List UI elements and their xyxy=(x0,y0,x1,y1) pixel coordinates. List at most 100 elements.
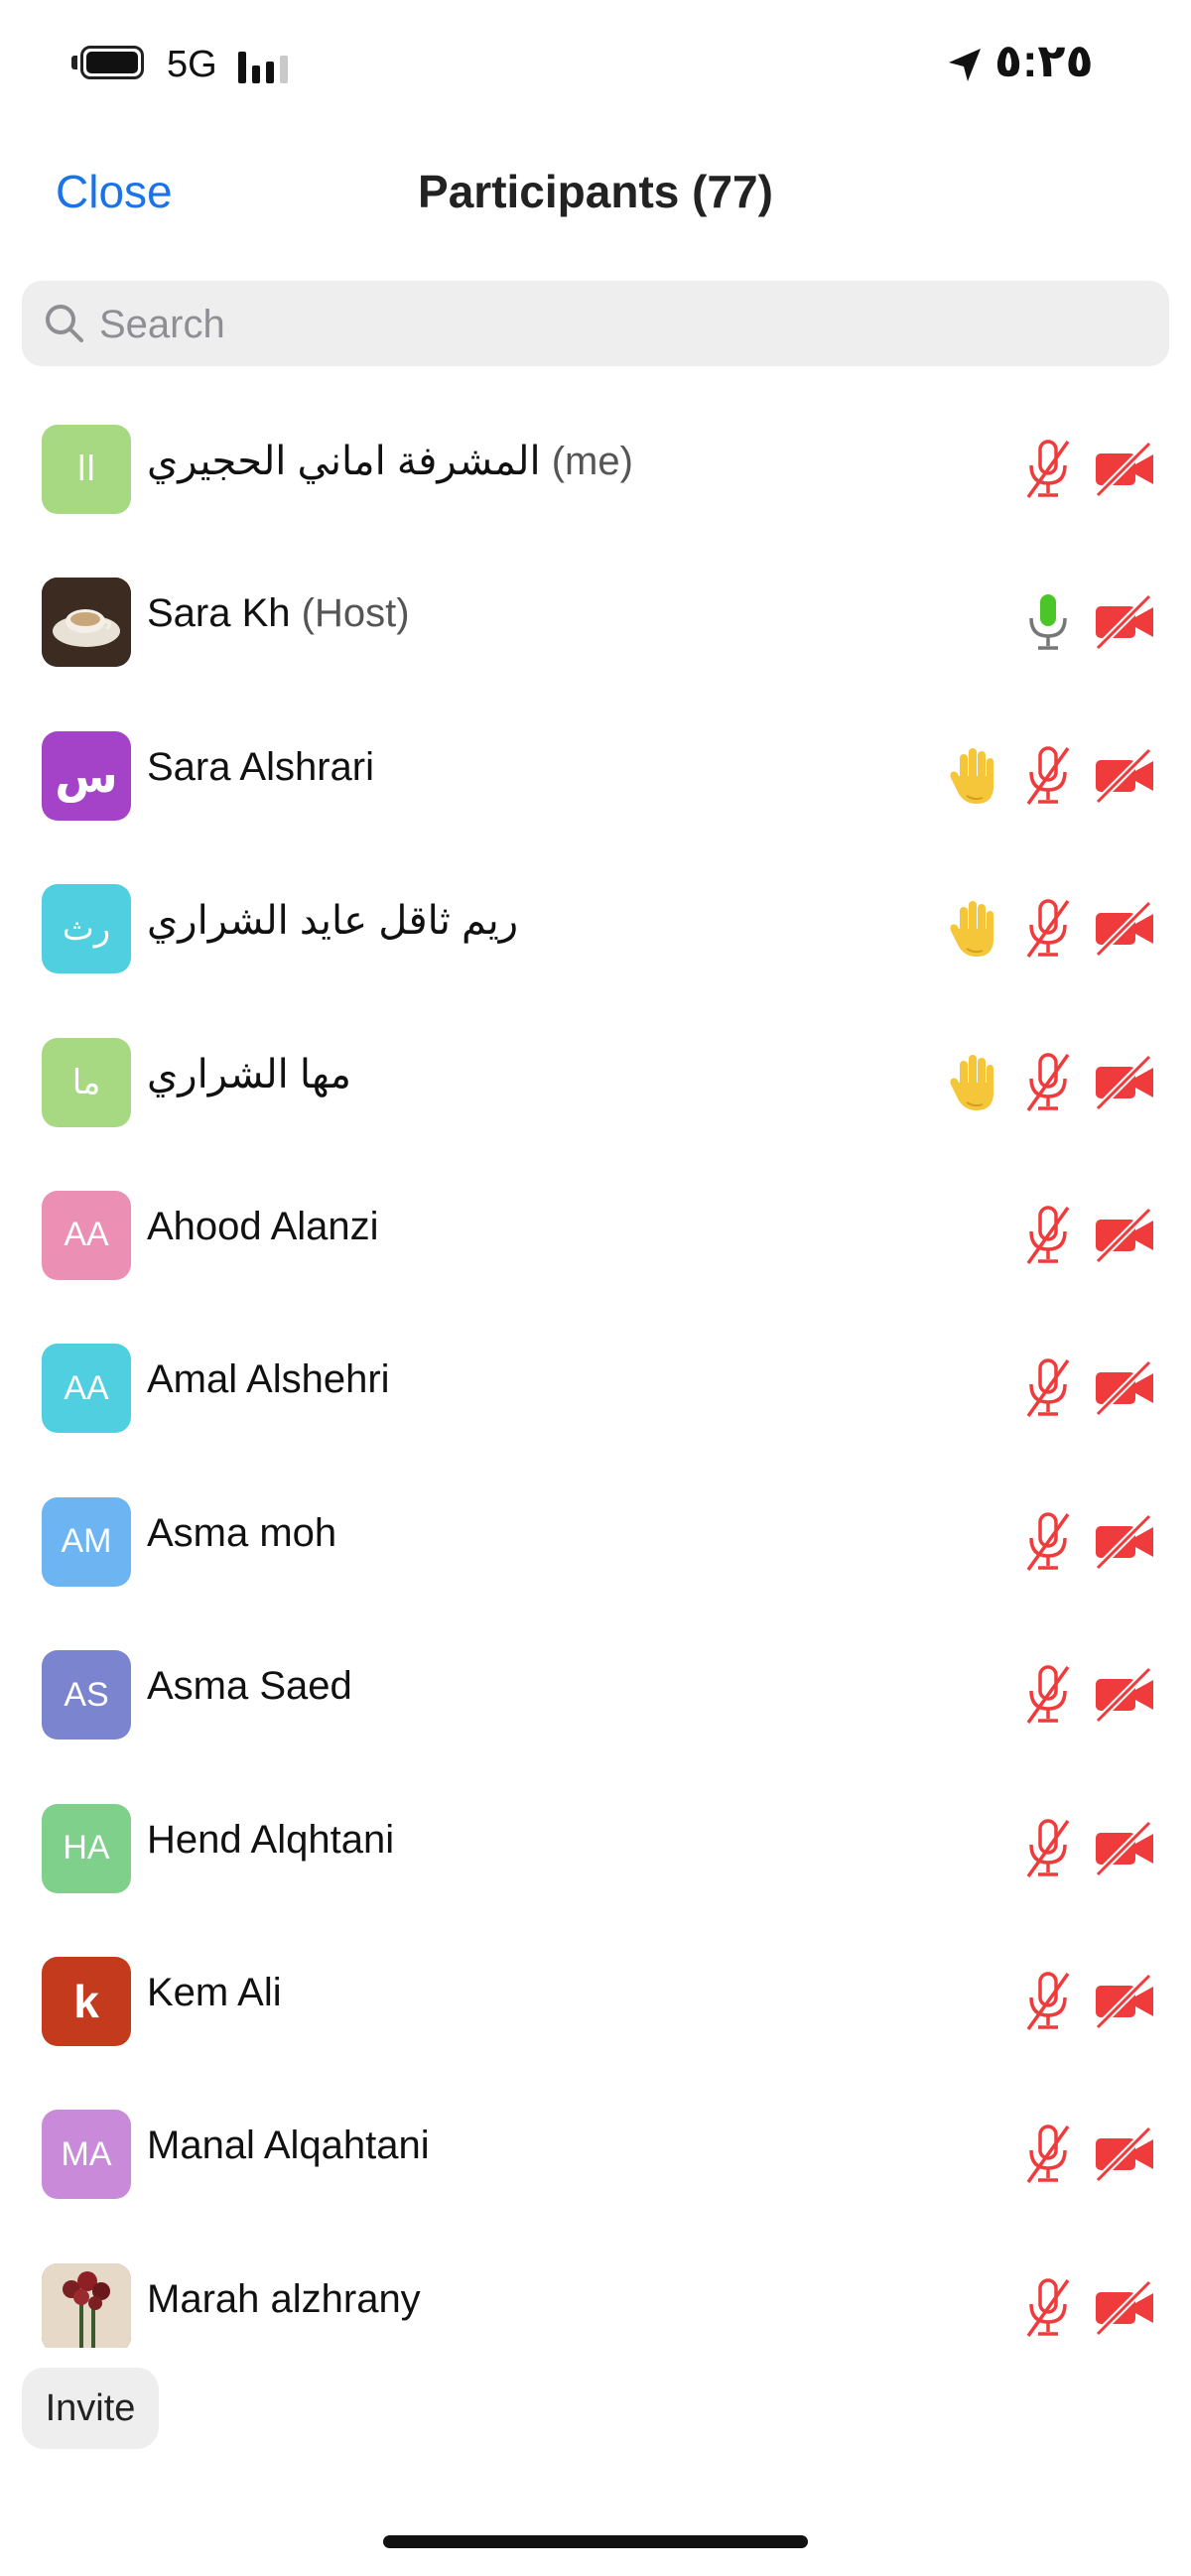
avatar: AA xyxy=(42,1190,131,1280)
avatar: ما xyxy=(42,1037,131,1127)
video-off-icon[interactable] xyxy=(1094,897,1155,961)
video-off-icon[interactable] xyxy=(1094,1817,1155,1880)
search-icon xyxy=(46,305,83,342)
participant-row[interactable]: AA Ahood Alanzi xyxy=(0,1159,1191,1312)
signal-icon xyxy=(238,52,288,83)
participant-status-icons xyxy=(1020,433,1155,506)
participant-name-text: مها الشراري xyxy=(147,1052,351,1096)
participant-name: Sara Kh (Host) xyxy=(147,591,410,636)
participant-row[interactable]: AA Amal Alshehri xyxy=(0,1312,1191,1465)
video-off-icon[interactable] xyxy=(1094,1356,1155,1420)
status-time: ٥:٢٥ xyxy=(994,35,1094,86)
avatar-initials: AM xyxy=(61,1522,112,1561)
mic-muted-icon[interactable] xyxy=(1020,1817,1076,1880)
avatar: AM xyxy=(42,1496,131,1587)
video-off-icon[interactable] xyxy=(1094,438,1155,501)
invite-button[interactable]: Invite xyxy=(22,2368,159,2449)
participant-status-icons xyxy=(1020,1965,1155,2038)
participant-name: Sara Alshrari xyxy=(147,745,374,790)
participant-row[interactable]: س Sara Alshrari xyxy=(0,700,1191,852)
participant-status-icons xyxy=(1020,1505,1155,1579)
video-off-icon[interactable] xyxy=(1094,1510,1155,1574)
mic-muted-icon[interactable] xyxy=(1020,438,1076,501)
participant-name: المشرفة اماني الحجيري (me) xyxy=(147,439,633,484)
mic-muted-icon[interactable] xyxy=(1020,1510,1076,1574)
participant-list[interactable]: اا المشرفة اماني الحجيري (me) Sara Kh (Hos… xyxy=(0,393,1191,2348)
avatar-initials: س xyxy=(55,749,118,802)
avatar: اا xyxy=(42,425,131,514)
avatar-initials: رث xyxy=(62,910,111,949)
participant-name: Kem Ali xyxy=(147,1971,282,2015)
mic-muted-icon[interactable] xyxy=(1020,2123,1076,2186)
video-off-icon[interactable] xyxy=(1094,590,1155,654)
avatar-initials: HA xyxy=(63,1829,110,1868)
mic-muted-icon[interactable] xyxy=(1020,2276,1076,2340)
mic-muted-icon[interactable] xyxy=(1020,1970,1076,2033)
participant-role-tag: (me) xyxy=(551,440,633,483)
participant-row[interactable]: Marah alzhrany xyxy=(0,2232,1191,2348)
video-off-icon[interactable] xyxy=(1094,1970,1155,2033)
participant-status-icons xyxy=(1020,585,1155,659)
raised-hand-icon xyxy=(947,1051,1002,1114)
participant-status-icons xyxy=(947,739,1155,813)
avatar: AS xyxy=(42,1650,131,1740)
video-off-icon[interactable] xyxy=(1094,1663,1155,1727)
video-off-icon[interactable] xyxy=(1094,744,1155,808)
participant-name-text: Asma moh xyxy=(147,1510,337,1555)
home-indicator xyxy=(383,2535,808,2548)
participant-name: Ahood Alanzi xyxy=(147,1205,379,1249)
participant-row[interactable]: ما مها الشراري xyxy=(0,1006,1191,1159)
participant-status-icons xyxy=(1020,2271,1155,2345)
video-off-icon[interactable] xyxy=(1094,2276,1155,2340)
avatar: AA xyxy=(42,1344,131,1434)
nav-bar: Close Participants (77) xyxy=(0,149,1191,238)
mic-muted-icon[interactable] xyxy=(1020,897,1076,961)
avatar: MA xyxy=(42,2110,131,2200)
participant-row[interactable]: AS Asma Saed xyxy=(0,1618,1191,1771)
participant-name-text: المشرفة اماني الحجيري xyxy=(147,440,541,483)
participant-status-icons xyxy=(947,892,1155,966)
mic-muted-icon[interactable] xyxy=(1020,1356,1076,1420)
raised-hand-icon xyxy=(947,897,1002,961)
participant-name: ريم ثاقل عايد الشراري xyxy=(147,898,518,944)
avatar-initials: AA xyxy=(64,1216,109,1254)
avatar xyxy=(42,2262,131,2348)
mic-icon[interactable] xyxy=(1020,590,1076,654)
avatar-initials: AS xyxy=(64,1675,109,1714)
mic-muted-icon[interactable] xyxy=(1020,744,1076,808)
mic-muted-icon[interactable] xyxy=(1020,1051,1076,1114)
avatar: رث xyxy=(42,884,131,974)
participant-name-text: Manal Alqahtani xyxy=(147,2124,430,2168)
participant-name-text: Sara Kh xyxy=(147,591,291,636)
participant-name-text: Marah alzhrany xyxy=(147,2276,421,2321)
participant-status-icons xyxy=(947,1046,1155,1119)
search-bar[interactable] xyxy=(22,281,1169,368)
participant-status-icons xyxy=(1020,1352,1155,1425)
video-off-icon[interactable] xyxy=(1094,2123,1155,2186)
participant-row[interactable]: HA Hend Alqhtani xyxy=(0,1772,1191,1925)
participant-row[interactable]: Sara Kh (Host) xyxy=(0,546,1191,699)
battery-icon xyxy=(71,46,144,79)
participant-row[interactable]: رث ريم ثاقل عايد الشراري xyxy=(0,852,1191,1005)
participant-row[interactable]: اا المشرفة اماني الحجيري (me) xyxy=(0,393,1191,546)
participant-name-text: Ahood Alanzi xyxy=(147,1204,379,1248)
participant-name-text: Hend Alqhtani xyxy=(147,1817,395,1862)
participant-name: Hend Alqhtani xyxy=(147,1818,394,1863)
mic-muted-icon[interactable] xyxy=(1020,1663,1076,1727)
participant-row[interactable]: AM Asma moh xyxy=(0,1466,1191,1618)
video-off-icon[interactable] xyxy=(1094,1051,1155,1114)
participant-row[interactable]: MA Manal Alqahtani xyxy=(0,2078,1191,2231)
search-input[interactable] xyxy=(97,281,1153,368)
avatar: k xyxy=(42,1956,131,2046)
participant-name-text: Asma Saed xyxy=(147,1664,352,1709)
mic-muted-icon[interactable] xyxy=(1020,1204,1076,1267)
status-bar: 5G ٥:٢٥ xyxy=(0,0,1191,129)
participant-status-icons xyxy=(1020,1199,1155,1272)
participant-row[interactable]: k Kem Ali xyxy=(0,1925,1191,2078)
page-title: Participants (77) xyxy=(418,166,773,217)
participant-name-text: Kem Ali xyxy=(147,1970,282,2014)
video-off-icon[interactable] xyxy=(1094,1204,1155,1267)
avatar: س xyxy=(42,730,131,821)
participant-name: Amal Alshehri xyxy=(147,1357,390,1402)
participant-status-icons xyxy=(1020,1658,1155,1732)
